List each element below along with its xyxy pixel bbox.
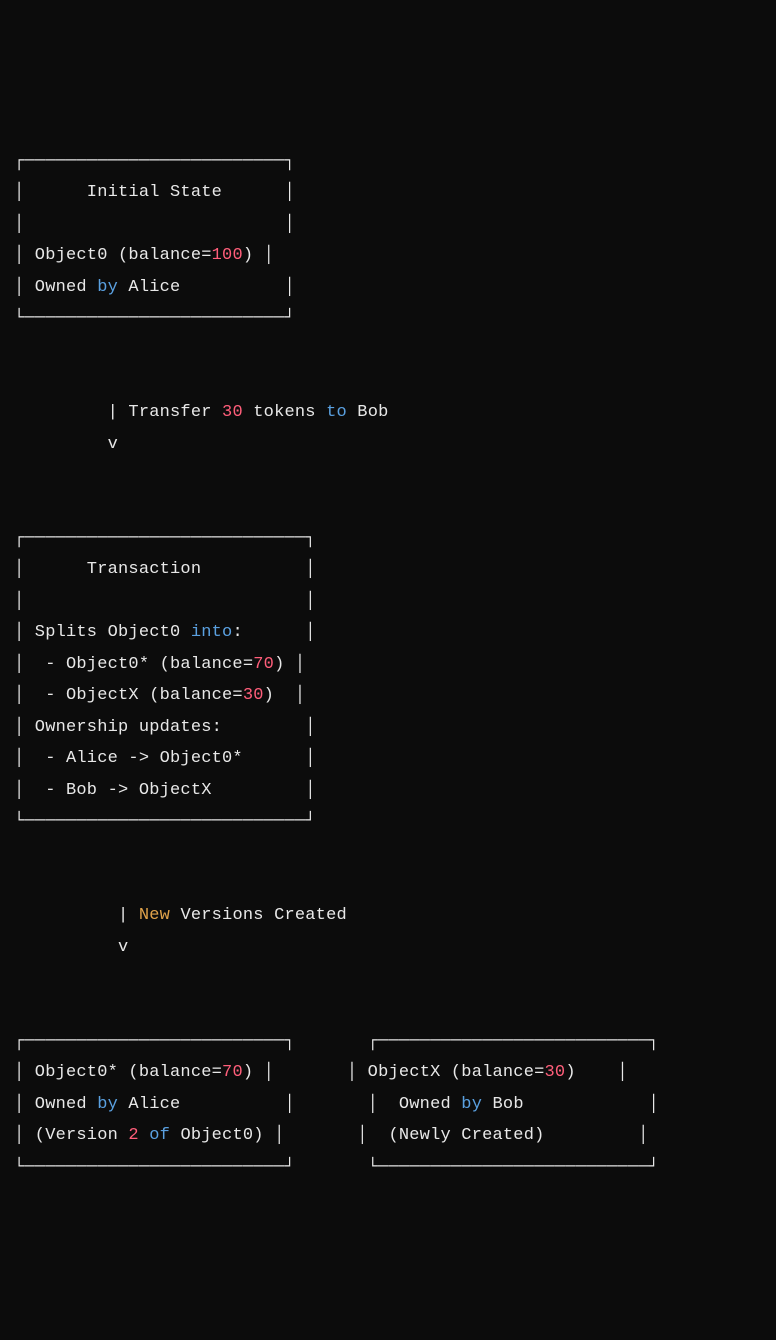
of-keyword: of: [149, 1126, 170, 1145]
box2-top: ┌───────────────────────────┐: [14, 529, 316, 548]
box2-num-30: 30: [243, 686, 264, 705]
box1-top: ┌─────────────────────────┐: [14, 152, 295, 171]
box1-blank: │ │: [14, 215, 295, 234]
box3-line2-c: Bob │: [482, 1095, 659, 1114]
box2-line4: │ Ownership updates: │: [14, 718, 316, 737]
box2-bottom: └───────────────────────────┘: [14, 812, 316, 831]
box2-title: │ Transaction │: [14, 560, 316, 579]
new-keyword: New: [139, 906, 170, 925]
box2-num-70: 70: [253, 655, 274, 674]
box2-blank: │ │: [14, 592, 316, 611]
box3-top: ┌─────────────────────────┐ ┌───────────…: [14, 1032, 659, 1051]
to-keyword: to: [326, 403, 347, 422]
box2-line3-a: │ - ObjectX (balance=: [14, 686, 243, 705]
box2-line2-b: ) │: [274, 655, 305, 674]
arrow2-line1-a: |: [14, 906, 139, 925]
arrow1-line1-b: tokens: [243, 403, 326, 422]
box3-line3-b: [139, 1126, 149, 1145]
box2-line6: │ - Bob -> ObjectX │: [14, 781, 316, 800]
arrow1-num-30: 30: [222, 403, 243, 422]
box2-line3-b: ) │: [264, 686, 306, 705]
diagram-canvas: ┌─────────────────────────┐ │ Initial St…: [14, 146, 762, 1183]
box3-line2-b: Alice │ │ Owned: [118, 1095, 461, 1114]
box3-line1-c: ) │: [565, 1063, 627, 1082]
box3-line1-b: ) │ │ ObjectX (balance=: [243, 1063, 545, 1082]
box1-line2-a: │ Owned: [14, 278, 97, 297]
box3-num-70: 70: [222, 1063, 243, 1082]
box3-num-2: 2: [128, 1126, 138, 1145]
arrow1-line2: v: [14, 435, 118, 454]
arrow2-line2: v: [14, 938, 128, 957]
arrow2-line1-b: Versions Created: [170, 906, 347, 925]
into-keyword: into: [191, 623, 233, 642]
box1-line2-b: Alice │: [118, 278, 295, 297]
box1-line1-a: │ Object0 (balance=: [14, 246, 212, 265]
box3-num-30: 30: [545, 1063, 566, 1082]
by-keyword-2: by: [97, 1095, 118, 1114]
box3-line3-a: │ (Version: [14, 1126, 128, 1145]
box1-bottom: └─────────────────────────┘: [14, 309, 295, 328]
by-keyword: by: [97, 278, 118, 297]
by-keyword-3: by: [461, 1095, 482, 1114]
box2-line1-b: : │: [232, 623, 315, 642]
arrow1-line1-c: Bob: [347, 403, 389, 422]
box3-line2-a: │ Owned: [14, 1095, 97, 1114]
box1-line1-b: ) │: [243, 246, 274, 265]
box2-line5: │ - Alice -> Object0* │: [14, 749, 316, 768]
box2-line1-a: │ Splits Object0: [14, 623, 191, 642]
arrow1-line1-a: | Transfer: [14, 403, 222, 422]
box2-line2-a: │ - Object0* (balance=: [14, 655, 253, 674]
box1-balance-100: 100: [212, 246, 243, 265]
box3-line1-a: │ Object0* (balance=: [14, 1063, 222, 1082]
box3-line3-c: Object0) │ │ (Newly Created) │: [170, 1126, 648, 1145]
box1-title: │ Initial State │: [14, 183, 295, 202]
box3-bottom: └─────────────────────────┘ └───────────…: [14, 1158, 659, 1177]
